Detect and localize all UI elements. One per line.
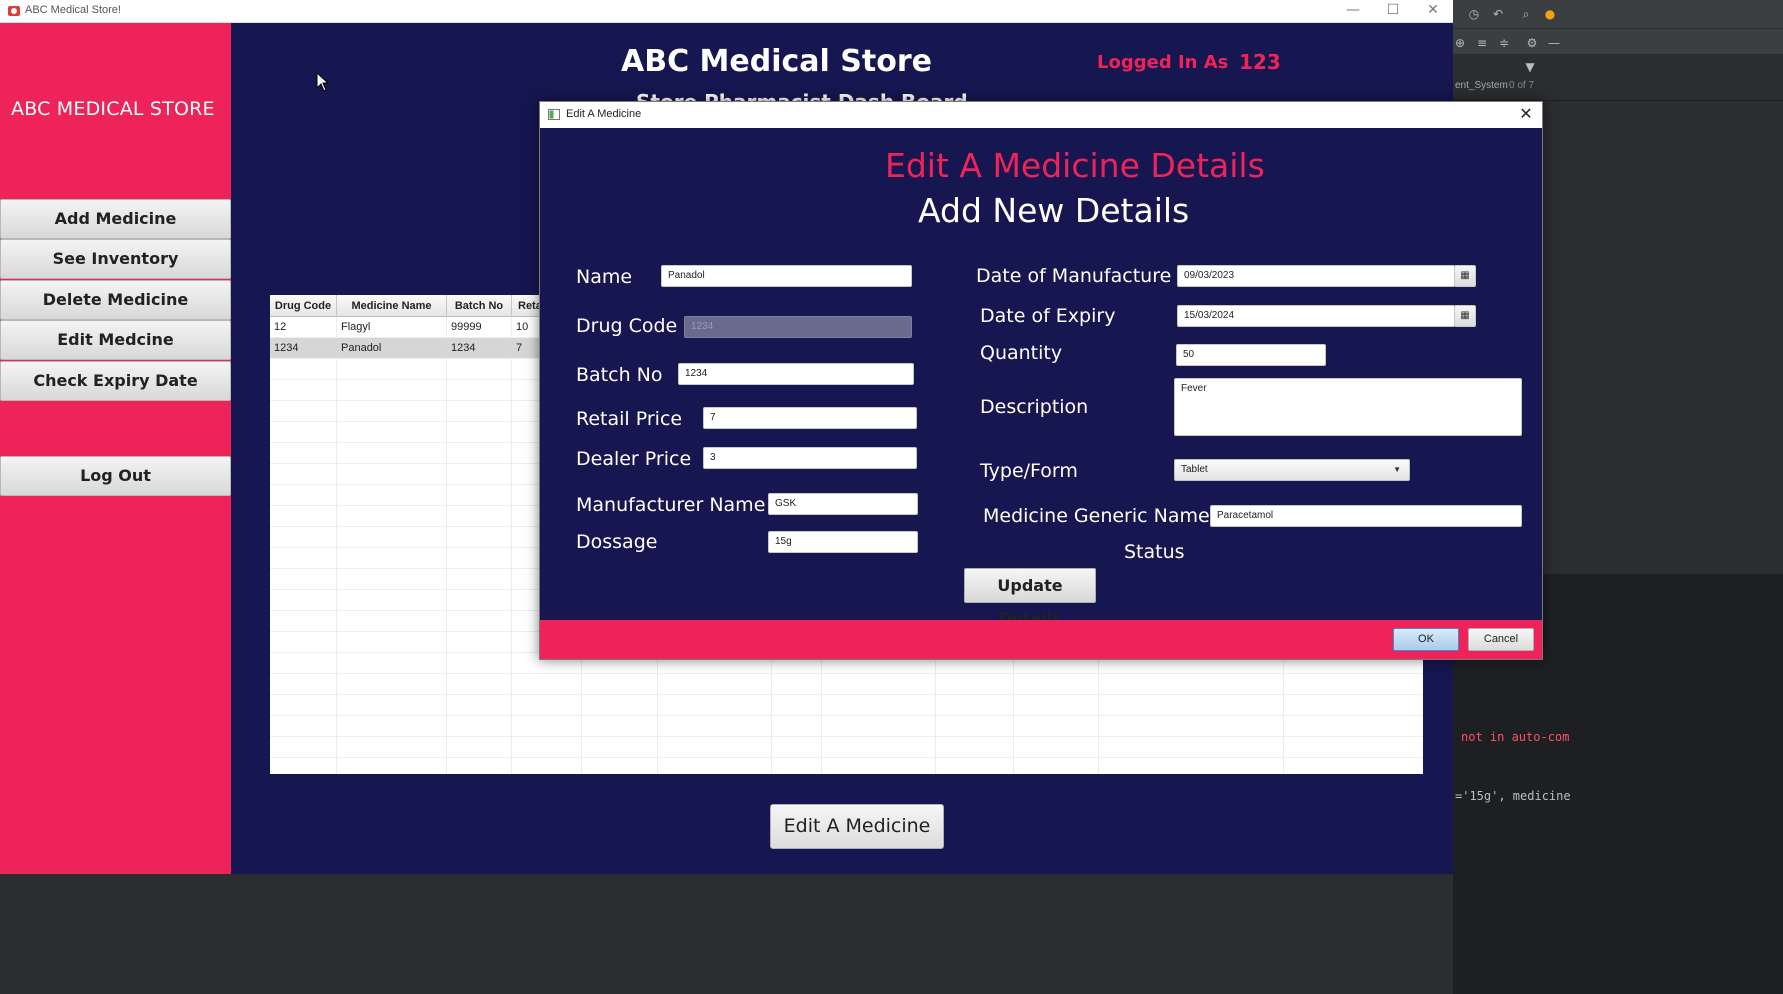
ide-console-line: not in auto-com — [1461, 730, 1570, 744]
dossage-label: Dossage — [576, 531, 658, 553]
taskbar-strip — [0, 874, 1453, 994]
description-label: Description — [980, 396, 1089, 418]
logged-in-user: 123 — [1239, 50, 1281, 74]
date-of-manufacture-label: Date of Manufacture — [976, 265, 1172, 287]
page-title: ABC Medical Store — [621, 44, 932, 79]
ok-button[interactable]: OK — [1393, 628, 1459, 651]
empty-table-row — [270, 758, 1423, 774]
filter-icon[interactable]: ▼ — [1523, 60, 1537, 74]
retail-price-label: Retail Price — [576, 408, 683, 430]
update-icon[interactable]: ● — [1543, 7, 1557, 21]
batch-no-label: Batch No — [576, 364, 663, 386]
manufacturer-name-label: Manufacturer Name — [576, 494, 766, 516]
check-expiry-date-button[interactable]: Check Expiry Date — [0, 361, 231, 401]
undo-icon[interactable]: ↶ — [1491, 7, 1505, 21]
ide-tab-count: 0 of 7 — [1509, 80, 1535, 91]
column-header-batch-no[interactable]: Batch No — [447, 295, 512, 317]
window-title: ABC Medical Store! — [25, 4, 121, 16]
drug-code-label: Drug Code — [576, 315, 678, 337]
dialog-title: Edit A Medicine — [566, 108, 642, 120]
ide-console-line: ='15g', medicine — [1455, 789, 1571, 803]
ide-tab-label[interactable]: ent_System — [1455, 80, 1508, 91]
empty-table-row — [270, 695, 1423, 716]
dialog-footer: OK Cancel — [540, 620, 1542, 659]
cell-drug-code: 1234 — [274, 342, 299, 354]
gear-icon[interactable]: ⚙ — [1525, 36, 1539, 50]
status-label: Status — [1124, 541, 1185, 563]
close-icon[interactable]: ✕ — [1413, 0, 1453, 22]
cancel-button[interactable]: Cancel — [1468, 628, 1534, 651]
expand-icon[interactable]: ≡ — [1475, 36, 1489, 50]
type-form-selected-value: Tablet — [1181, 464, 1208, 475]
ide-toolbar: ◷ ↶ ⌕ ● — [1453, 0, 1783, 28]
medicine-generic-name-label: Medicine Generic Name — [983, 505, 1210, 527]
app-icon — [8, 6, 20, 16]
cell-batch-no: 99999 — [451, 321, 482, 333]
name-input[interactable]: Panadol — [661, 265, 912, 287]
type-form-label: Type/Form — [980, 460, 1078, 482]
medicine-generic-name-input[interactable]: Paracetamol — [1210, 505, 1522, 527]
sidebar: ABC MEDICAL STORE Add Medicine See Inven… — [0, 23, 231, 874]
minimize-panel-icon[interactable]: — — [1547, 36, 1561, 50]
quantity-input[interactable]: 50 — [1176, 344, 1326, 366]
dealer-price-label: Dealer Price — [576, 448, 692, 470]
dealer-price-input[interactable]: 3 — [703, 447, 917, 469]
quantity-label: Quantity — [980, 342, 1063, 364]
update-details-button[interactable]: Update Details — [964, 568, 1096, 628]
dialog-titlebar: Edit A Medicine ✕ — [540, 102, 1542, 128]
description-textarea[interactable]: Fever — [1174, 378, 1522, 436]
name-label: Name — [576, 266, 633, 288]
minimize-icon[interactable]: — — [1333, 0, 1373, 22]
retail-price-input[interactable]: 7 — [703, 407, 917, 429]
cell-retail: 7 — [516, 342, 523, 354]
edit-a-medicine-button[interactable]: Edit A Medicine — [770, 804, 944, 849]
cell-medicine-name: Flagyl — [341, 321, 371, 333]
cell-drug-code: 12 — [274, 321, 287, 333]
sidebar-brand: ABC MEDICAL STORE — [11, 98, 215, 120]
dialog-heading: Edit A Medicine Details — [885, 146, 1265, 185]
batch-no-input[interactable]: 1234 — [678, 363, 914, 385]
add-medicine-button[interactable]: Add Medicine — [0, 199, 231, 239]
maximize-icon[interactable]: ☐ — [1373, 0, 1413, 22]
dialog-close-icon[interactable]: ✕ — [1516, 103, 1536, 125]
date-of-manufacture-input[interactable]: 09/03/2023 — [1177, 265, 1455, 287]
ide-toolbar-secondary: ⊕ ≡ ≑ ⚙ — — [1453, 28, 1783, 54]
window-titlebar: ABC Medical Store! — ☐ ✕ — [0, 0, 1453, 23]
logged-in-label: Logged In As — [1097, 52, 1229, 73]
cell-medicine-name: Panadol — [341, 342, 382, 354]
chevron-down-icon: ▼ — [1393, 465, 1401, 474]
collapse-icon[interactable]: ≑ — [1497, 36, 1511, 50]
cell-retail: 10 — [516, 321, 529, 333]
empty-table-row — [270, 674, 1423, 695]
edit-medicine-dialog: Edit A Medicine ✕ Edit A Medicine Detail… — [539, 101, 1543, 660]
mouse-cursor-icon — [316, 72, 330, 92]
dialog-subheading: Add New Details — [918, 191, 1190, 230]
manufacturer-name-input[interactable]: GSK — [768, 493, 918, 515]
calendar-icon[interactable]: ▦ — [1454, 265, 1476, 287]
log-out-button[interactable]: Log Out — [0, 456, 231, 496]
cell-batch-no: 1234 — [451, 342, 476, 354]
column-header-medicine-name[interactable]: Medicine Name — [337, 295, 447, 317]
page-subtitle: Store Pharmacist Dash Board — [636, 92, 968, 101]
date-of-expiry-label: Date of Expiry — [980, 305, 1116, 327]
dialog-window-icon — [548, 109, 560, 120]
empty-table-row — [270, 737, 1423, 758]
edit-medicine-nav-button[interactable]: Edit Medcine — [0, 320, 231, 360]
calendar-icon[interactable]: ▦ — [1454, 305, 1476, 327]
empty-table-row — [270, 716, 1423, 737]
type-form-select[interactable]: Tablet ▼ — [1174, 459, 1410, 481]
search-icon[interactable]: ⌕ — [1519, 7, 1533, 21]
see-inventory-button[interactable]: See Inventory — [0, 239, 231, 279]
column-header-drug-code[interactable]: Drug Code — [270, 295, 337, 317]
clock-icon[interactable]: ◷ — [1467, 7, 1481, 21]
drug-code-input: 1234 — [684, 316, 912, 338]
date-of-expiry-input[interactable]: 15/03/2024 — [1177, 305, 1455, 327]
globe-icon[interactable]: ⊕ — [1453, 36, 1467, 50]
delete-medicine-button[interactable]: Delete Medicine — [0, 280, 231, 320]
dossage-input[interactable]: 15g — [768, 531, 918, 553]
